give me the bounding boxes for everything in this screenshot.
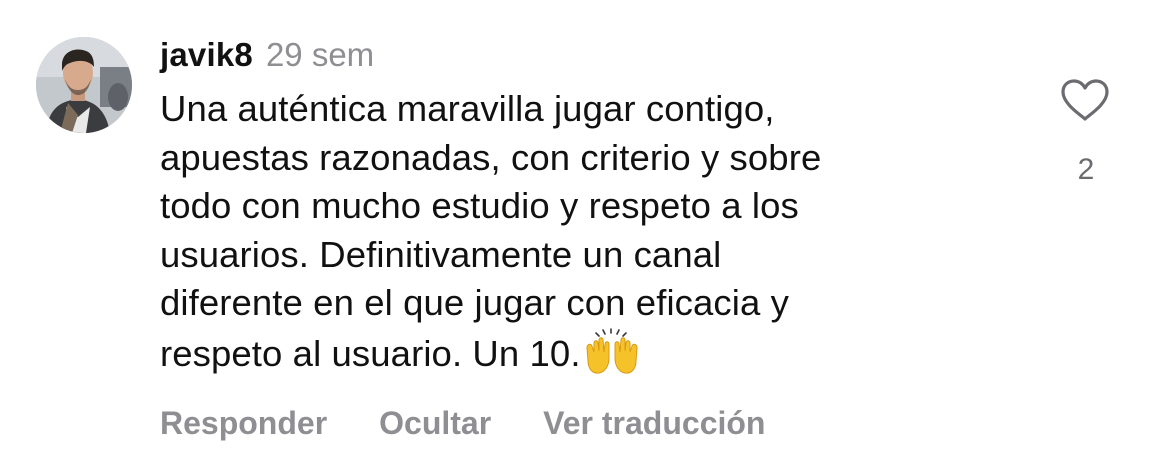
comment-body: javik8 29 sem Una auténtica maravilla ju… <box>160 34 1020 378</box>
hide-button[interactable]: Ocultar <box>379 401 491 445</box>
comment-meta: javik8 29 sem <box>160 34 1020 82</box>
comment-actions: Responder Ocultar Ver traducción <box>160 401 765 445</box>
comment-item: javik8 29 sem Una auténtica maravilla ju… <box>0 0 1170 458</box>
avatar[interactable] <box>36 37 132 133</box>
heart-outline-icon <box>1061 79 1109 121</box>
reply-button[interactable]: Responder <box>160 401 327 445</box>
comment-text: Una auténtica maravilla jugar contigo, a… <box>160 85 1020 378</box>
username[interactable]: javik8 <box>160 34 253 76</box>
raising-hands-emoji <box>583 327 641 376</box>
like-button[interactable] <box>1059 78 1111 122</box>
like-count: 2 <box>1077 153 1095 186</box>
translate-button[interactable]: Ver traducción <box>543 401 765 445</box>
avatar-photo <box>36 37 132 133</box>
timestamp: 29 sem <box>265 36 375 73</box>
comment-text-content: Una auténtica maravilla jugar contigo, a… <box>160 88 822 374</box>
